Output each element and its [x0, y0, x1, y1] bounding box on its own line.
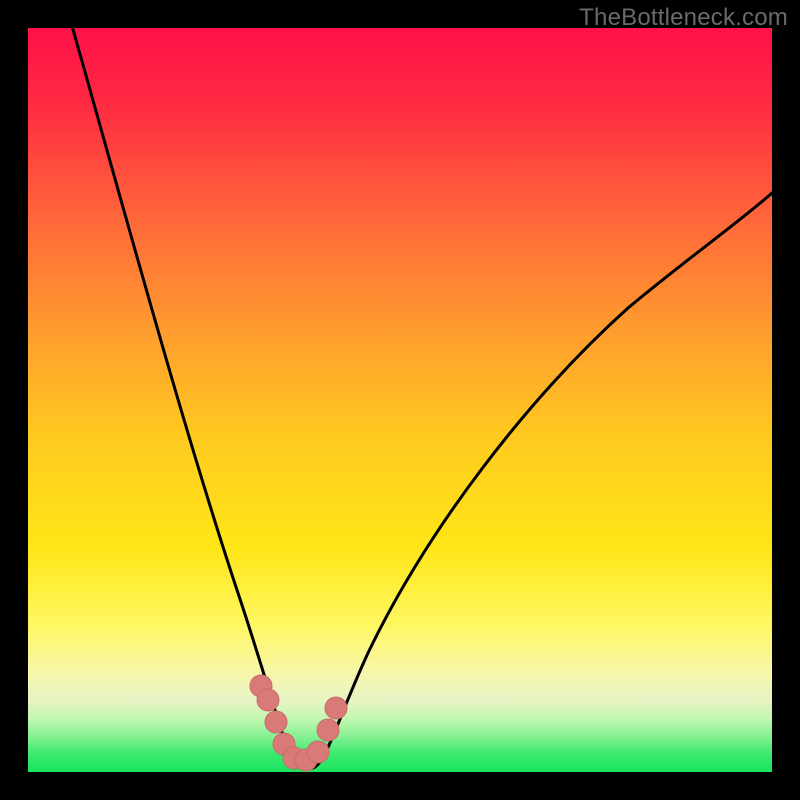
watermark-text: TheBottleneck.com: [579, 4, 788, 32]
bottleneck-curve: [28, 28, 772, 772]
plot-area: [28, 28, 772, 772]
optimal-range-points: [250, 675, 347, 771]
chart-frame: TheBottleneck.com: [0, 0, 800, 800]
